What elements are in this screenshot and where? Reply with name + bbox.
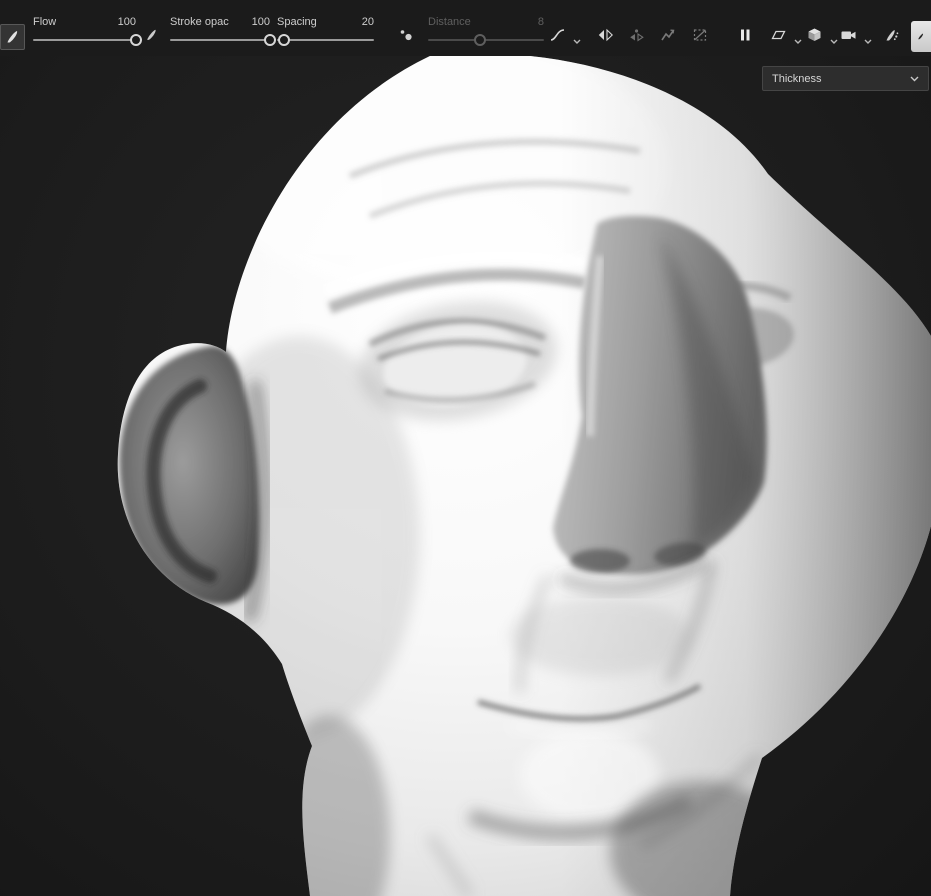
spacing-dots-icon xyxy=(400,30,412,41)
chevron-down-icon xyxy=(830,39,838,44)
camera-button[interactable] xyxy=(840,22,872,48)
brush-small-icon xyxy=(147,29,156,40)
mirror-symmetry-icon xyxy=(598,28,613,42)
stroke-opacity-label: Stroke opac xyxy=(170,16,229,28)
pause-button[interactable] xyxy=(732,22,758,48)
brush-icon xyxy=(7,31,17,43)
stroke-opacity-slider[interactable] xyxy=(170,32,276,48)
falloff-curve-button[interactable] xyxy=(549,22,581,48)
top-toolbar: Flow 100 Stroke opac 100 Spacing 20 Dist… xyxy=(0,0,931,57)
distance-slider xyxy=(428,32,544,48)
distance-label: Distance xyxy=(428,16,471,28)
stroke-opacity-slider-track[interactable] xyxy=(170,39,270,41)
channel-dropdown-value: Thickness xyxy=(772,72,822,85)
plane-primitive-button[interactable] xyxy=(770,22,802,48)
stroke-opacity-value: 100 xyxy=(251,16,270,28)
camera-icon xyxy=(841,31,856,39)
3d-viewport[interactable]: Thickness xyxy=(0,56,931,896)
lazy-stroke-button[interactable] xyxy=(655,22,681,48)
backface-mask-button[interactable] xyxy=(687,22,713,48)
radial-symmetry-button[interactable] xyxy=(623,22,649,48)
sculpt-head-model[interactable] xyxy=(0,56,931,896)
flow-slider[interactable] xyxy=(33,32,142,48)
plane-primitive-icon xyxy=(771,30,786,40)
distance-slider-group: Distance 8 xyxy=(428,15,544,48)
stroke-opacity-slider-group: Stroke opac 100 xyxy=(170,15,276,48)
spacing-slider-track[interactable] xyxy=(277,39,374,41)
pause-icon xyxy=(741,29,750,41)
flow-slider-group: Flow 100 xyxy=(33,15,142,48)
sculpting-app-window: Flow 100 Stroke opac 100 Spacing 20 Dist… xyxy=(0,0,931,896)
spacing-label: Spacing xyxy=(277,16,317,28)
chevron-down-icon xyxy=(573,39,581,44)
brush-tool-button[interactable] xyxy=(0,24,25,50)
spray-brush-button[interactable] xyxy=(880,22,904,48)
flow-label: Flow xyxy=(33,16,57,28)
spray-brush-icon xyxy=(886,30,899,41)
channel-dropdown[interactable]: Thickness xyxy=(762,66,929,91)
backface-mask-icon xyxy=(693,29,707,41)
spacing-dots-button[interactable] xyxy=(394,22,418,48)
flow-slider-track[interactable] xyxy=(33,39,136,41)
spacing-slider-knob[interactable] xyxy=(277,34,290,46)
stroke-brush-button[interactable] xyxy=(141,22,163,48)
cube-primitive-icon xyxy=(808,28,821,41)
mirror-symmetry-button[interactable] xyxy=(592,22,618,48)
active-brush-icon xyxy=(918,33,924,40)
flow-value: 100 xyxy=(117,16,136,28)
stroke-opacity-slider-knob[interactable] xyxy=(264,34,276,46)
lazy-stroke-icon xyxy=(661,29,675,41)
distance-value: 8 xyxy=(537,16,544,28)
chevron-down-icon xyxy=(864,39,872,44)
chevron-down-icon xyxy=(910,76,919,81)
spacing-value: 20 xyxy=(361,16,374,28)
radial-symmetry-icon xyxy=(629,29,644,42)
chevron-down-icon xyxy=(794,39,802,44)
spacing-slider-group: Spacing 20 xyxy=(277,15,374,48)
active-brush-button[interactable] xyxy=(911,21,931,52)
cube-primitive-button[interactable] xyxy=(806,22,838,48)
spacing-slider[interactable] xyxy=(277,32,374,48)
distance-slider-knob xyxy=(474,34,487,46)
falloff-curve-icon xyxy=(550,29,565,41)
